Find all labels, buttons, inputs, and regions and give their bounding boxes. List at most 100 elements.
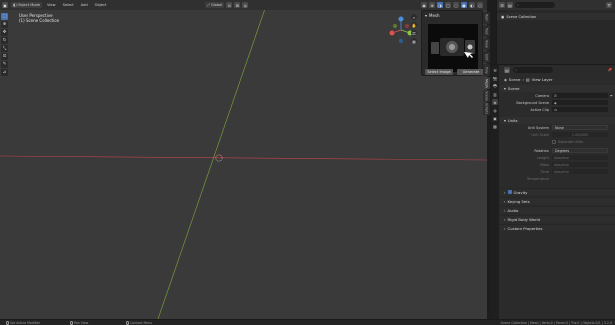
visibility-icon[interactable]: ◉ [421,2,427,8]
pin-icon[interactable]: 📌 [608,68,612,72]
tab-view[interactable]: View [483,38,490,50]
texture-tab-icon[interactable]: ▩ [492,123,498,129]
tab-poly[interactable]: Poly [483,64,490,76]
keying-sets-panel-header[interactable]: › Keying Sets [500,197,615,204]
render-tab-icon[interactable]: 📷 [492,75,498,81]
status-left: Set Active Modifier [6,321,40,325]
viewport-header: ▣ ◧ Object Mode View Select Add Object ⤢… [0,0,487,10]
audio-panel-title: Audio [507,207,519,213]
navigation-buttons: ⌕ ✋ ⎚ ▦ [411,14,417,44]
status-mid2-text: Context Menu [130,321,153,325]
gizmo-toggle-icon[interactable]: ⊕ [429,2,435,8]
wireframe-shading-icon[interactable]: ◌ [453,2,459,8]
background-scene-field[interactable]: ◈ [552,99,608,106]
outliner-header: ☰ ▤ ⌕ ⛛ [497,0,615,10]
3d-viewport[interactable]: ▣ ◧ Object Mode View Select Add Object ⤢… [0,0,487,319]
solid-shading-icon[interactable]: ● [461,2,467,8]
pan-hand-icon[interactable]: ✋ [411,22,417,28]
gravity-panel-header[interactable]: › Gravity [500,188,615,195]
transform-orientation[interactable]: ⤢ Global [205,2,225,8]
tab-tool[interactable]: Tool [483,25,490,37]
select-image-button[interactable]: Select Image [425,69,453,75]
tab-item[interactable]: Item [483,12,490,24]
mode-selector[interactable]: ◧ Object Mode [11,2,43,8]
annotate-tool-icon[interactable]: ✎ [1,61,8,68]
scale-tool-icon[interactable]: ⤡ [1,45,8,52]
tab-scene[interactable]: Scene [483,90,490,102]
material-shading-icon[interactable]: ◐ [469,2,475,8]
menu-object[interactable]: Object [93,2,109,8]
audio-panel-header[interactable]: › Audio [500,206,615,213]
status-mid2: Context Menu [126,321,152,325]
outliner-row[interactable]: ▣ Scene Collection [497,13,615,20]
move-tool-icon[interactable]: ✥ [1,29,8,36]
outliner-editor-icon[interactable]: ☰ [499,2,505,8]
select-tool-icon[interactable]: ⬚ [1,13,8,20]
separate-units-label: Separate Units [558,139,584,144]
scene-panel-header[interactable]: ▾ Scene [500,85,615,92]
units-panel-header[interactable]: ▾ Units [500,117,615,124]
world-tab-icon[interactable]: ◍ [492,107,498,113]
rendered-shading-icon[interactable]: ○ [477,2,483,8]
chevron-down-icon: ▾ [504,86,506,91]
outliner-search-input[interactable]: ⌕ [515,2,555,8]
transform-tool-icon[interactable]: ⊡ [1,53,8,60]
properties-search-input[interactable]: ⌕ [513,67,553,73]
mesh-panel-header[interactable]: ▾ Mesh [425,13,440,18]
menu-view[interactable]: View [45,2,58,8]
tab-mesh[interactable]: Mesh [483,77,490,89]
separate-units-checkbox[interactable] [552,139,556,144]
unit-scale-row: Unit Scale 1.000000 [500,131,615,138]
menu-add[interactable]: Add [79,2,90,8]
x-axis-line [0,155,487,161]
editor-type-icon[interactable]: ▣ [2,2,8,8]
time-dropdown[interactable]: Adaptive [552,168,608,175]
mesh-panel-title: Mesh [429,13,440,18]
mouse-middle-icon [70,321,73,325]
rotation-dropdown[interactable]: Degrees [552,147,608,154]
status-left-text: Set Active Modifier [10,321,41,325]
tab-edit[interactable]: Edit [483,51,490,63]
ortho-toggle-icon[interactable]: ▦ [411,38,417,44]
properties-tabs: ⚒ 📷 🖶 ▥ ◈ ◍ ▣ ▩ [491,65,499,320]
eyedropper-icon[interactable]: ✒ [610,94,613,98]
view-layer-tab-icon[interactable]: ▥ [492,91,498,97]
tab-scripts[interactable]: Scripts [483,103,490,115]
rotation-row: Rotation Degrees [500,147,615,154]
active-clip-field[interactable]: ▭ [552,106,608,113]
gravity-checkbox[interactable] [507,190,512,194]
unit-scale-field[interactable]: 1.000000 [552,131,608,138]
filter-icon[interactable]: ⛛ [606,2,612,8]
overlay-icon[interactable]: ◑ [437,2,443,8]
custom-properties-panel-title: Custom Properties [507,225,543,231]
camera-field[interactable]: ⎚ [552,92,608,99]
rigid-body-world-panel-header[interactable]: › Rigid Body World [500,215,615,222]
collection-tab-icon[interactable]: ▣ [492,115,498,121]
unit-system-dropdown[interactable]: None [552,124,608,131]
zoom-icon[interactable]: ⌕ [411,14,417,20]
camera-view-icon[interactable]: ⎚ [411,30,417,36]
proportional-edit-icon[interactable]: ◎ [242,2,249,8]
pivot-icon[interactable]: ⊙ [226,2,233,8]
scene-tab-icon[interactable]: ◈ [492,99,498,105]
mouse-left-icon [6,321,9,325]
tool-tab-icon[interactable]: ⚒ [492,67,498,73]
cursor-tool-icon[interactable]: ⊕ [1,21,8,28]
generate-button[interactable]: Generate [457,69,485,75]
mass-dropdown[interactable]: Adaptive [552,161,608,168]
display-mode-icon[interactable]: ▤ [507,2,513,8]
menu-select[interactable]: Select [61,2,76,8]
status-mid1-text: Pan View [74,321,89,325]
unit-system-row: Unit System None [500,124,615,131]
status-bar: Set Active Modifier Pan View Context Men… [0,319,615,325]
measure-tool-icon[interactable]: ⊿ [1,69,8,76]
xray-icon[interactable]: ▢ [445,2,451,8]
custom-properties-panel-header[interactable]: › Custom Properties [500,224,615,231]
properties-editor-icon[interactable]: ▤ [504,67,510,73]
output-tab-icon[interactable]: 🖶 [492,83,498,89]
snap-icon[interactable]: ⊞ [234,2,241,8]
y-axis-line [157,0,269,319]
clip-icon: ▭ [554,107,558,112]
length-dropdown[interactable]: Adaptive [552,154,608,161]
rotate-tool-icon[interactable]: ↻ [1,37,8,44]
